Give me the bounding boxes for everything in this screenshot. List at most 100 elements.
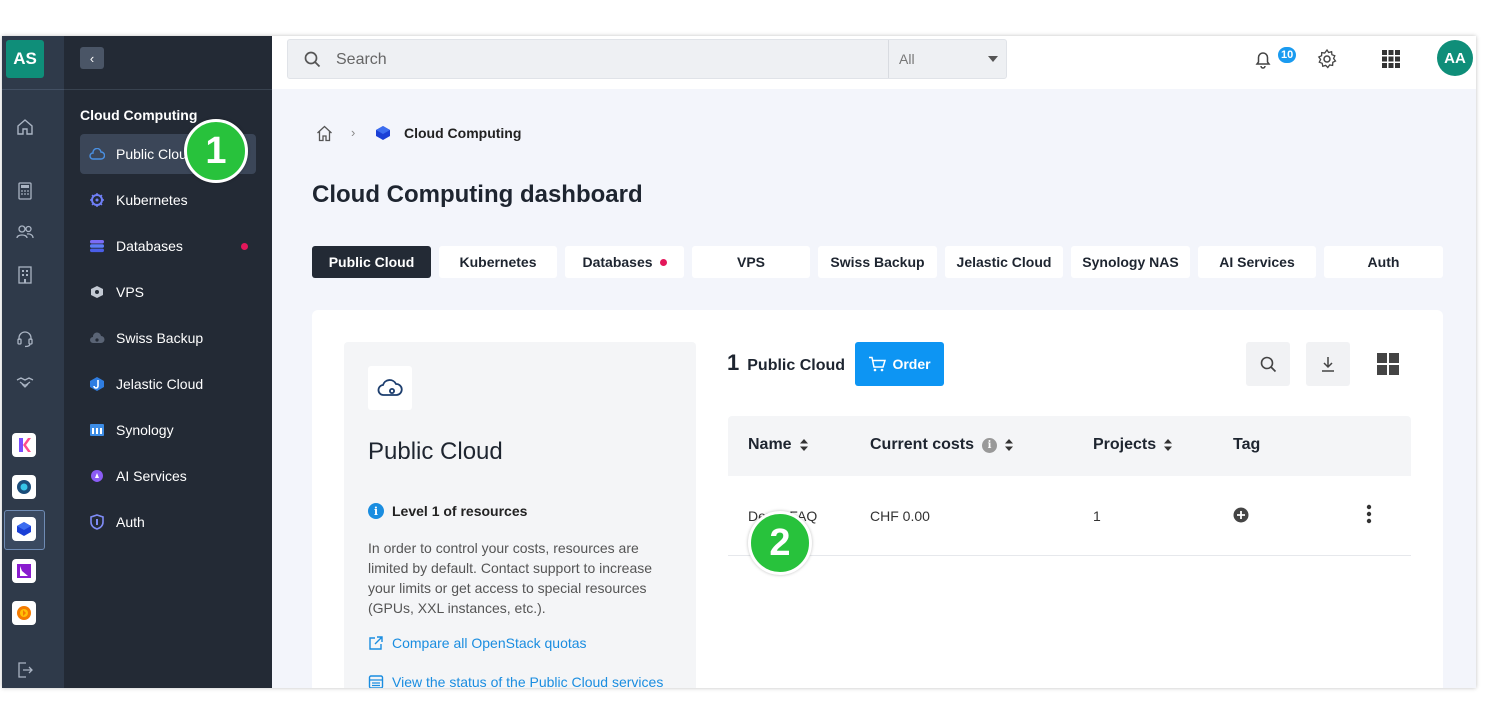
- main-content: › Cloud Computing Cloud Computing dashbo…: [272, 89, 1476, 688]
- order-button[interactable]: Order: [855, 342, 944, 386]
- collapse-sidebar-button[interactable]: ‹: [80, 47, 104, 69]
- search-scope-select[interactable]: All: [888, 40, 1008, 78]
- handshake-icon[interactable]: [14, 371, 36, 393]
- cloud-icon: [88, 145, 106, 163]
- ksuite-app-icon[interactable]: [12, 559, 36, 583]
- sidebar-item-swiss-backup[interactable]: Swiss Backup: [80, 318, 256, 358]
- tab-synology-nas[interactable]: Synology NAS: [1071, 246, 1190, 278]
- tab-swiss-backup[interactable]: Swiss Backup: [818, 246, 937, 278]
- resource-level: i Level 1 of resources: [368, 503, 527, 519]
- kdrive-app-icon[interactable]: [12, 475, 36, 499]
- sidebar-item-kubernetes[interactable]: Kubernetes: [80, 180, 256, 220]
- shield-icon: [88, 513, 106, 531]
- rail-divider: [2, 89, 64, 90]
- sort-icon: [1164, 439, 1173, 451]
- building-icon[interactable]: [14, 264, 36, 286]
- column-label: Tag: [1233, 436, 1261, 453]
- cloud-backup-icon: [88, 329, 106, 347]
- sidebar-item-label: Jelastic Cloud: [116, 376, 204, 392]
- bell-icon[interactable]: [1251, 47, 1275, 71]
- status-page-icon: [368, 674, 384, 688]
- tab-label: Databases: [582, 254, 653, 270]
- tab-jelastic-cloud[interactable]: Jelastic Cloud: [945, 246, 1063, 278]
- users-icon[interactable]: [14, 221, 36, 243]
- tab-label: Jelastic Cloud: [956, 254, 1052, 270]
- database-icon: [88, 237, 106, 255]
- table-header: Name Current costs i Projects Tag: [728, 416, 1411, 476]
- tab-kubernetes[interactable]: Kubernetes: [439, 246, 557, 278]
- logout-icon[interactable]: [14, 659, 36, 681]
- order-label: Order: [892, 356, 931, 372]
- account-logo[interactable]: AS: [6, 40, 44, 78]
- table-row[interactable]: Demo FAQ CHF 0.00 1: [728, 476, 1411, 556]
- more-options-icon[interactable]: [1366, 504, 1372, 527]
- tab-vps[interactable]: VPS: [692, 246, 810, 278]
- status-dot: [241, 242, 248, 250]
- quotas-link[interactable]: Compare all OpenStack quotas: [368, 635, 587, 651]
- calculator-icon[interactable]: [14, 180, 36, 202]
- headset-icon[interactable]: [14, 328, 36, 350]
- sidebar-divider: [64, 89, 272, 90]
- resource-count: 1 Public Cloud: [727, 350, 845, 376]
- search-input[interactable]: [336, 48, 836, 72]
- column-label: Current costs: [870, 436, 975, 453]
- info-panel: Public Cloud i Level 1 of resources In o…: [344, 342, 696, 688]
- quotas-link-text: Compare all OpenStack quotas: [392, 635, 587, 651]
- tab-ai-services[interactable]: AI Services: [1198, 246, 1316, 278]
- sidebar-item-label: Public Cloud: [116, 146, 195, 162]
- grid-view-icon: [1377, 353, 1399, 375]
- tab-auth[interactable]: Auth: [1324, 246, 1443, 278]
- home-icon[interactable]: [14, 116, 36, 138]
- tab-label: VPS: [736, 254, 765, 270]
- search-scope-value: All: [899, 51, 915, 67]
- sidebar-section-title: Cloud Computing: [80, 107, 198, 123]
- column-label: Name: [748, 436, 792, 453]
- search-bar: All: [287, 39, 1007, 79]
- search-button[interactable]: [1246, 342, 1290, 386]
- search-icon: [304, 51, 321, 73]
- breadcrumb-current[interactable]: Cloud Computing: [404, 125, 521, 141]
- status-link-text: View the status of the Public Cloud serv…: [392, 674, 664, 688]
- public-cloud-icon: [368, 366, 412, 410]
- home-icon[interactable]: [316, 125, 333, 147]
- tab-public-cloud[interactable]: Public Cloud: [312, 246, 431, 278]
- count-number: 1: [727, 350, 740, 375]
- top-bar: All 10 AA: [272, 36, 1476, 89]
- sidebar-item-vps[interactable]: VPS: [80, 272, 256, 312]
- column-projects[interactable]: Projects: [1093, 436, 1173, 454]
- gear-icon[interactable]: [1315, 47, 1339, 71]
- app-window: AS ‹ Cloud Computing Public Cloud Kubern…: [2, 36, 1476, 688]
- kchat-app-icon[interactable]: [12, 433, 36, 457]
- status-link[interactable]: View the status of the Public Cloud serv…: [368, 674, 663, 688]
- info-description: In order to control your costs, resource…: [368, 540, 653, 616]
- user-avatar[interactable]: AA: [1437, 40, 1473, 76]
- add-tag-icon[interactable]: [1233, 507, 1249, 526]
- status-dot: [659, 258, 667, 266]
- sidebar-item-ai-services[interactable]: AI Services: [80, 456, 256, 496]
- tab-databases[interactable]: Databases: [565, 246, 684, 278]
- download-button[interactable]: [1306, 342, 1350, 386]
- tab-label: AI Services: [1219, 254, 1295, 270]
- sidebar-item-label: Kubernetes: [116, 192, 188, 208]
- info-icon: i: [982, 437, 998, 453]
- notification-badge: 10: [1277, 46, 1298, 64]
- column-current-costs[interactable]: Current costs i: [870, 436, 1014, 454]
- cloud-computing-app-icon[interactable]: [12, 517, 36, 541]
- column-name[interactable]: Name: [748, 436, 808, 454]
- step-marker-1: 1: [184, 119, 248, 183]
- synology-icon: [88, 421, 106, 439]
- sidebar-item-synology[interactable]: Synology: [80, 410, 256, 450]
- sidebar-item-auth[interactable]: Auth: [80, 502, 256, 542]
- sidebar-item-databases[interactable]: Databases: [80, 226, 256, 266]
- cart-icon: [869, 356, 887, 372]
- kubernetes-icon: [88, 191, 106, 209]
- apps-grid-icon[interactable]: [1379, 47, 1403, 71]
- breadcrumb-separator-icon: ›: [351, 125, 356, 140]
- ai-icon: [88, 467, 106, 485]
- sidebar-item-jelastic-cloud[interactable]: Jelastic Cloud: [80, 364, 256, 404]
- external-link-icon: [368, 635, 384, 651]
- grid-view-button[interactable]: [1366, 342, 1410, 386]
- streaming-app-icon[interactable]: [12, 601, 36, 625]
- tab-label: Kubernetes: [459, 254, 537, 270]
- sidebar-item-label: Swiss Backup: [116, 330, 204, 346]
